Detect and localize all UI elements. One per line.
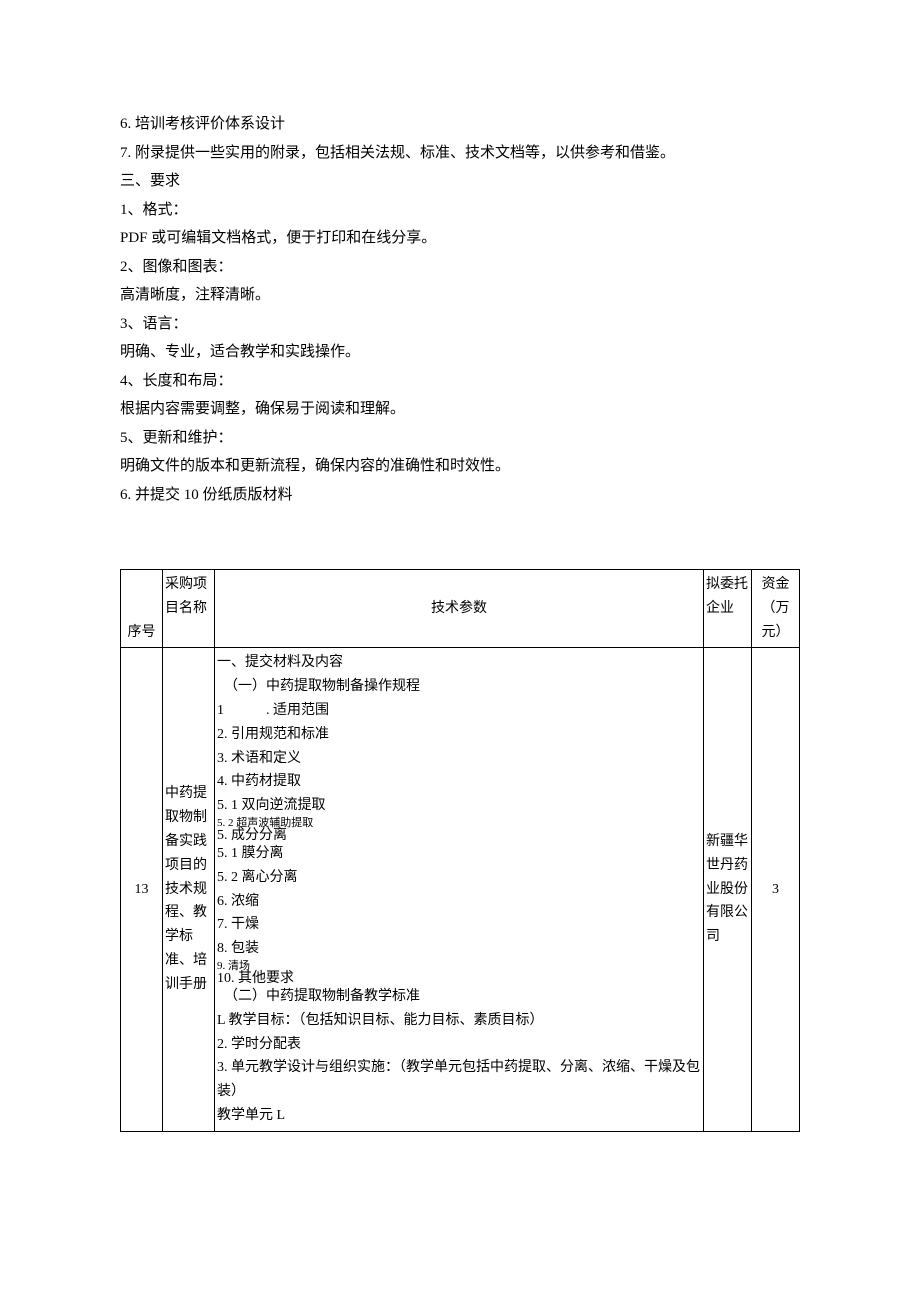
text-line: 高清晰度，注释清晰。 (120, 281, 800, 310)
cell-name: 中药提取物制备实践项目的技术规程、教学标准、培训手册 (163, 648, 215, 1131)
cell-seq: 13 (121, 648, 163, 1131)
tech-line: L 教学目标：（包括知识目标、能力目标、素质目标） (217, 1009, 701, 1033)
upper-text-block: 6. 培训考核评价体系设计 7. 附录提供一些实用的附录，包括相关法规、标准、技… (120, 110, 800, 509)
text-line: 6. 培训考核评价体系设计 (120, 110, 800, 139)
header-fund-l3: 元） (762, 625, 790, 640)
text-line: 三、要求 (120, 167, 800, 196)
header-seq-label: 序号 (128, 625, 156, 640)
header-tech: 技术参数 (215, 570, 704, 648)
tech-line: 1 . 适用范围 (217, 699, 701, 723)
tech-content: 一、提交材料及内容 （一）中药提取物制备操作规程 1 . 适用范围 2. 引用规… (217, 651, 701, 1127)
tech-line: 2. 学时分配表 (217, 1033, 701, 1057)
header-seq: 序号 (121, 570, 163, 648)
text-line: 6. 并提交 10 份纸质版材料 (120, 481, 800, 510)
header-fund: 资金 （万 元） (752, 570, 800, 648)
table-row: 13 中药提取物制备实践项目的技术规程、教学标准、培训手册 一、提交材料及内容 … (121, 648, 800, 1131)
header-company-l1: 拟委托 (706, 577, 748, 592)
tech-line: 10. 其他要求 (217, 967, 294, 991)
tech-line: 6. 浓缩 (217, 890, 701, 914)
tech-line: （一）中药提取物制备操作规程 (217, 675, 701, 699)
text-line: PDF 或可编辑文档格式，便于打印和在线分享。 (120, 224, 800, 253)
text-line: 根据内容需要调整，确保易于阅读和理解。 (120, 395, 800, 424)
tech-line: 7. 干燥 (217, 913, 701, 937)
header-name-l2: 目名称 (165, 601, 207, 616)
header-name: 采购项 目名称 (163, 570, 215, 648)
text-line: 明确、专业，适合教学和实践操作。 (120, 338, 800, 367)
tech-line: 5. 1 膜分离 (217, 842, 701, 866)
tech-line: 5. 成分分离 (217, 824, 287, 848)
cell-tech: 一、提交材料及内容 （一）中药提取物制备操作规程 1 . 适用范围 2. 引用规… (215, 648, 704, 1131)
header-fund-l1: 资金 (762, 577, 790, 592)
cell-fund: 3 (752, 648, 800, 1131)
tech-line: 3. 术语和定义 (217, 747, 701, 771)
header-name-l1: 采购项 (165, 577, 207, 592)
text-line: 4、长度和布局： (120, 367, 800, 396)
tech-overlap: 5. 2 超声波辅助提取 5. 成分分离 (217, 818, 701, 842)
tech-line: 8. 包装 (217, 937, 701, 961)
tech-line: 3. 单元教学设计与组织实施：（教学单元包括中药提取、分离、浓缩、干燥及包装） (217, 1056, 701, 1104)
text-line: 1、格式： (120, 196, 800, 225)
data-table-wrap: 序号 采购项 目名称 技术参数 拟委托 企业 资金 （万 元） 13 中药提取物… (120, 569, 800, 1132)
tech-line: 4. 中药材提取 (217, 770, 701, 794)
tech-line: 一、提交材料及内容 (217, 651, 701, 675)
cell-company: 新疆华世丹药业股份有限公司 (704, 648, 752, 1131)
tech-overlap: 9. 清场 10. 其他要求 (217, 961, 701, 985)
data-table: 序号 采购项 目名称 技术参数 拟委托 企业 资金 （万 元） 13 中药提取物… (120, 569, 800, 1132)
text-line: 明确文件的版本和更新流程，确保内容的准确性和时效性。 (120, 452, 800, 481)
header-fund-l2: （万 (762, 601, 790, 616)
tech-line: 教学单元 L (217, 1104, 701, 1128)
table-header-row: 序号 采购项 目名称 技术参数 拟委托 企业 资金 （万 元） (121, 570, 800, 648)
text-line: 5、更新和维护： (120, 424, 800, 453)
text-line: 2、图像和图表： (120, 253, 800, 282)
tech-line: 2. 引用规范和标准 (217, 723, 701, 747)
header-tech-label: 技术参数 (431, 601, 487, 616)
header-company-l2: 企业 (706, 601, 734, 616)
text-line: 7. 附录提供一些实用的附录，包括相关法规、标准、技术文档等，以供参考和借鉴。 (120, 139, 800, 168)
header-company: 拟委托 企业 (704, 570, 752, 648)
text-line: 3、语言： (120, 310, 800, 339)
tech-line: 5. 2 离心分离 (217, 866, 701, 890)
